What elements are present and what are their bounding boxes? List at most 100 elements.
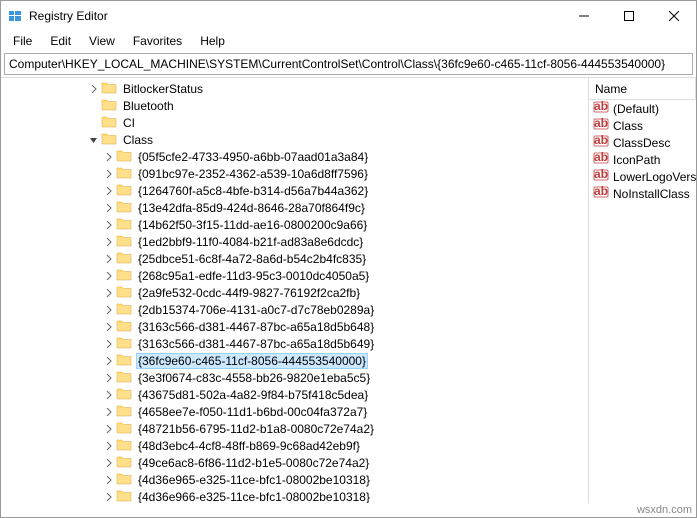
svg-text:ab: ab — [594, 133, 608, 147]
chevron-right-icon[interactable] — [101, 323, 116, 331]
tree-item-guid[interactable]: {05f5cfe2-4733-4950-a6bb-07aad01a3a84} — [1, 148, 588, 165]
folder-icon — [101, 81, 121, 97]
svg-text:ab: ab — [594, 150, 608, 164]
value-row[interactable]: abNoInstallClass — [589, 185, 696, 202]
chevron-right-icon[interactable] — [101, 306, 116, 314]
folder-icon — [116, 234, 136, 250]
value-row[interactable]: abClass — [589, 117, 696, 134]
tree-item-guid[interactable]: {091bc97e-2352-4362-a539-10a6d8ff7596} — [1, 165, 588, 182]
content-area: BitlockerStatusBluetoothCI Class {05f5cfe2… — [1, 77, 696, 503]
tree-item[interactable]: Bluetooth — [1, 97, 588, 114]
value-name: IconPath — [613, 153, 660, 167]
value-row[interactable]: ab(Default) — [589, 100, 696, 117]
folder-icon — [116, 404, 136, 420]
tree-label: {14b62f50-3f15-11dd-ae16-0800200c9a66} — [136, 218, 369, 232]
menu-favorites[interactable]: Favorites — [125, 32, 190, 50]
app-icon — [7, 8, 23, 24]
close-icon — [669, 11, 679, 21]
close-button[interactable] — [651, 1, 696, 31]
tree-label: {268c95a1-edfe-11d3-95c3-0010dc4050a5} — [136, 269, 371, 283]
chevron-right-icon[interactable] — [101, 476, 116, 484]
values-header: Name — [589, 78, 696, 100]
tree-label: Class — [121, 133, 155, 147]
tree-item-guid[interactable]: {3e3f0674-c83c-4558-bb26-9820e1eba5c5} — [1, 369, 588, 386]
chevron-right-icon[interactable] — [101, 272, 116, 280]
chevron-right-icon[interactable] — [101, 493, 116, 501]
chevron-right-icon[interactable] — [101, 153, 116, 161]
tree-label: {05f5cfe2-4733-4950-a6bb-07aad01a3a84} — [136, 150, 370, 164]
tree-item-guid[interactable]: {49ce6ac8-6f86-11d2-b1e5-0080c72e74a2} — [1, 454, 588, 471]
chevron-right-icon[interactable] — [101, 187, 116, 195]
menu-file[interactable]: File — [5, 32, 40, 50]
chevron-right-icon[interactable] — [101, 357, 116, 365]
tree-item-guid[interactable]: {4d36e966-e325-11ce-bfc1-08002be10318} — [1, 488, 588, 503]
tree-item-guid[interactable]: {2a9fe532-0cdc-44f9-9827-76192f2ca2fb} — [1, 284, 588, 301]
value-row[interactable]: abLowerLogoVersi — [589, 168, 696, 185]
value-row[interactable]: abClassDesc — [589, 134, 696, 151]
address-path: Computer\HKEY_LOCAL_MACHINE\SYSTEM\Curre… — [9, 57, 665, 71]
folder-icon — [116, 472, 136, 488]
tree-item-guid[interactable]: {1264760f-a5c8-4bfe-b314-d56a7b44a362} — [1, 182, 588, 199]
menu-edit[interactable]: Edit — [42, 32, 79, 50]
tree-item-guid[interactable]: {1ed2bbf9-11f0-4084-b21f-ad83a8e6dcdc} — [1, 233, 588, 250]
tree-item[interactable]: CI — [1, 114, 588, 131]
titlebar-controls — [561, 1, 696, 31]
folder-icon — [116, 183, 136, 199]
tree-item-guid[interactable]: {48d3ebc4-4cf8-48ff-b869-9c68ad42eb9f} — [1, 437, 588, 454]
tree-item-guid[interactable]: {48721b56-6795-11d2-b1a8-0080c72e74a2} — [1, 420, 588, 437]
tree-item-guid[interactable]: {4d36e965-e325-11ce-bfc1-08002be10318} — [1, 471, 588, 488]
window-title: Registry Editor — [29, 9, 108, 23]
folder-icon — [116, 387, 136, 403]
value-name: Class — [613, 119, 643, 133]
folder-icon — [116, 285, 136, 301]
tree-item-guid[interactable]: {13e42dfa-85d9-424d-8646-28a70f864f9c} — [1, 199, 588, 216]
chevron-right-icon[interactable] — [101, 170, 116, 178]
tree-label: {13e42dfa-85d9-424d-8646-28a70f864f9c} — [136, 201, 367, 215]
chevron-right-icon[interactable] — [101, 442, 116, 450]
chevron-right-icon[interactable] — [101, 425, 116, 433]
tree-item-guid[interactable]: {268c95a1-edfe-11d3-95c3-0010dc4050a5} — [1, 267, 588, 284]
tree-item-guid[interactable]: {36fc9e60-c465-11cf-8056-444553540000} — [1, 352, 588, 369]
chevron-right-icon[interactable] — [101, 221, 116, 229]
tree-label: {48d3ebc4-4cf8-48ff-b869-9c68ad42eb9f} — [136, 439, 362, 453]
chevron-right-icon[interactable] — [101, 408, 116, 416]
tree-item-guid[interactable]: {4658ee7e-f050-11d1-b6bd-00c04fa372a7} — [1, 403, 588, 420]
folder-icon — [101, 98, 121, 114]
folder-icon — [116, 200, 136, 216]
tree-label: {091bc97e-2352-4362-a539-10a6d8ff7596} — [136, 167, 370, 181]
svg-text:ab: ab — [594, 99, 608, 113]
chevron-right-icon[interactable] — [101, 391, 116, 399]
address-bar[interactable]: Computer\HKEY_LOCAL_MACHINE\SYSTEM\Curre… — [4, 53, 693, 75]
chevron-right-icon[interactable] — [101, 255, 116, 263]
tree-item-guid[interactable]: {25dbce51-6c8f-4a72-8a6d-b54c2b4fc835} — [1, 250, 588, 267]
menu-view[interactable]: View — [81, 32, 123, 50]
minimize-button[interactable] — [561, 1, 606, 31]
tree-item[interactable]: BitlockerStatus — [1, 80, 588, 97]
tree-item-guid[interactable]: {3163c566-d381-4467-87bc-a65a18d5b649} — [1, 335, 588, 352]
tree-label: {48721b56-6795-11d2-b1a8-0080c72e74a2} — [136, 422, 376, 436]
chevron-right-icon[interactable] — [86, 85, 101, 93]
tree-item-guid[interactable]: {43675d81-502a-4a82-9f84-b75f418c5dea} — [1, 386, 588, 403]
tree-item[interactable]: Class — [1, 131, 588, 148]
chevron-right-icon[interactable] — [101, 374, 116, 382]
tree-item-guid[interactable]: {2db15374-706e-4131-a0c7-d7c78eb0289a} — [1, 301, 588, 318]
value-row[interactable]: ab IconPath — [589, 151, 696, 168]
maximize-button[interactable] — [606, 1, 651, 31]
chevron-down-icon[interactable] — [86, 136, 101, 144]
tree-item-guid[interactable]: {14b62f50-3f15-11dd-ae16-0800200c9a66} — [1, 216, 588, 233]
chevron-right-icon[interactable] — [101, 204, 116, 212]
chevron-right-icon[interactable] — [101, 238, 116, 246]
chevron-right-icon[interactable] — [101, 289, 116, 297]
chevron-right-icon[interactable] — [101, 459, 116, 467]
folder-icon — [116, 319, 136, 335]
tree-label: {3e3f0674-c83c-4558-bb26-9820e1eba5c5} — [136, 371, 372, 385]
folder-icon — [116, 268, 136, 284]
tree-label: {36fc9e60-c465-11cf-8056-444553540000} — [136, 353, 368, 369]
tree-label: {49ce6ac8-6f86-11d2-b1e5-0080c72e74a2} — [136, 456, 371, 470]
tree-item-guid[interactable]: {3163c566-d381-4467-87bc-a65a18d5b648} — [1, 318, 588, 335]
tree-panel[interactable]: BitlockerStatusBluetoothCI Class {05f5cfe2… — [1, 78, 589, 503]
tree-label: {1264760f-a5c8-4bfe-b314-d56a7b44a362} — [136, 184, 370, 198]
menu-help[interactable]: Help — [192, 32, 233, 50]
chevron-right-icon[interactable] — [101, 340, 116, 348]
column-name[interactable]: Name — [589, 78, 696, 99]
